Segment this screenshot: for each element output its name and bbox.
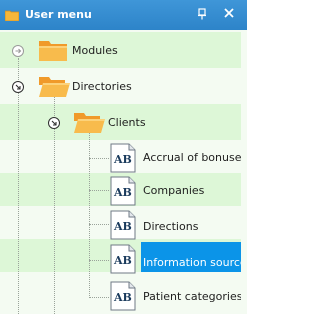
collapse-arrow-icon[interactable] <box>48 117 60 129</box>
expand-arrow-icon[interactable] <box>12 45 24 57</box>
tree-node-label: Directories <box>72 80 132 93</box>
tree-node-label[interactable]: Information sources <box>143 256 247 269</box>
ab-text: AB <box>113 153 132 166</box>
close-icon[interactable] <box>224 8 234 18</box>
tree-node-label: Directions <box>143 220 199 233</box>
user-menu-panel: User menu Modules Directories Clients AB… <box>0 0 247 314</box>
collapse-arrow-icon[interactable] <box>12 81 24 93</box>
folder-icon <box>5 10 19 21</box>
ab-document-icon: AB <box>110 281 136 311</box>
tree-node-label: Clients <box>108 116 146 129</box>
scrollbar[interactable] <box>241 30 247 314</box>
tree-line <box>89 260 109 261</box>
tree-node-label: Patient categories <box>143 290 243 303</box>
tree-line <box>89 158 109 159</box>
ab-text: AB <box>113 186 132 199</box>
tree-line <box>89 224 109 225</box>
ab-document-icon: AB <box>110 210 136 240</box>
window-title: User menu <box>25 8 92 21</box>
tree-node-label: Accrual of bonuses <box>143 151 247 164</box>
folder-open-icon <box>39 77 70 97</box>
ab-document-icon: AB <box>110 143 136 173</box>
ab-text: AB <box>113 220 132 233</box>
folder-icon <box>39 41 67 61</box>
tree-line <box>89 132 90 298</box>
pin-icon[interactable] <box>197 8 207 20</box>
tree-line <box>18 58 19 314</box>
ab-text: AB <box>113 291 132 304</box>
titlebar: User menu <box>0 0 247 30</box>
tree-line <box>89 297 109 298</box>
ab-text: AB <box>113 254 132 267</box>
ab-document-icon: AB <box>110 176 136 206</box>
ab-document-icon: AB <box>110 244 136 274</box>
tree-node-label: Modules <box>72 44 118 57</box>
folder-open-icon <box>74 113 105 133</box>
tree-node-label: Companies <box>143 184 205 197</box>
tree-line <box>89 190 109 191</box>
